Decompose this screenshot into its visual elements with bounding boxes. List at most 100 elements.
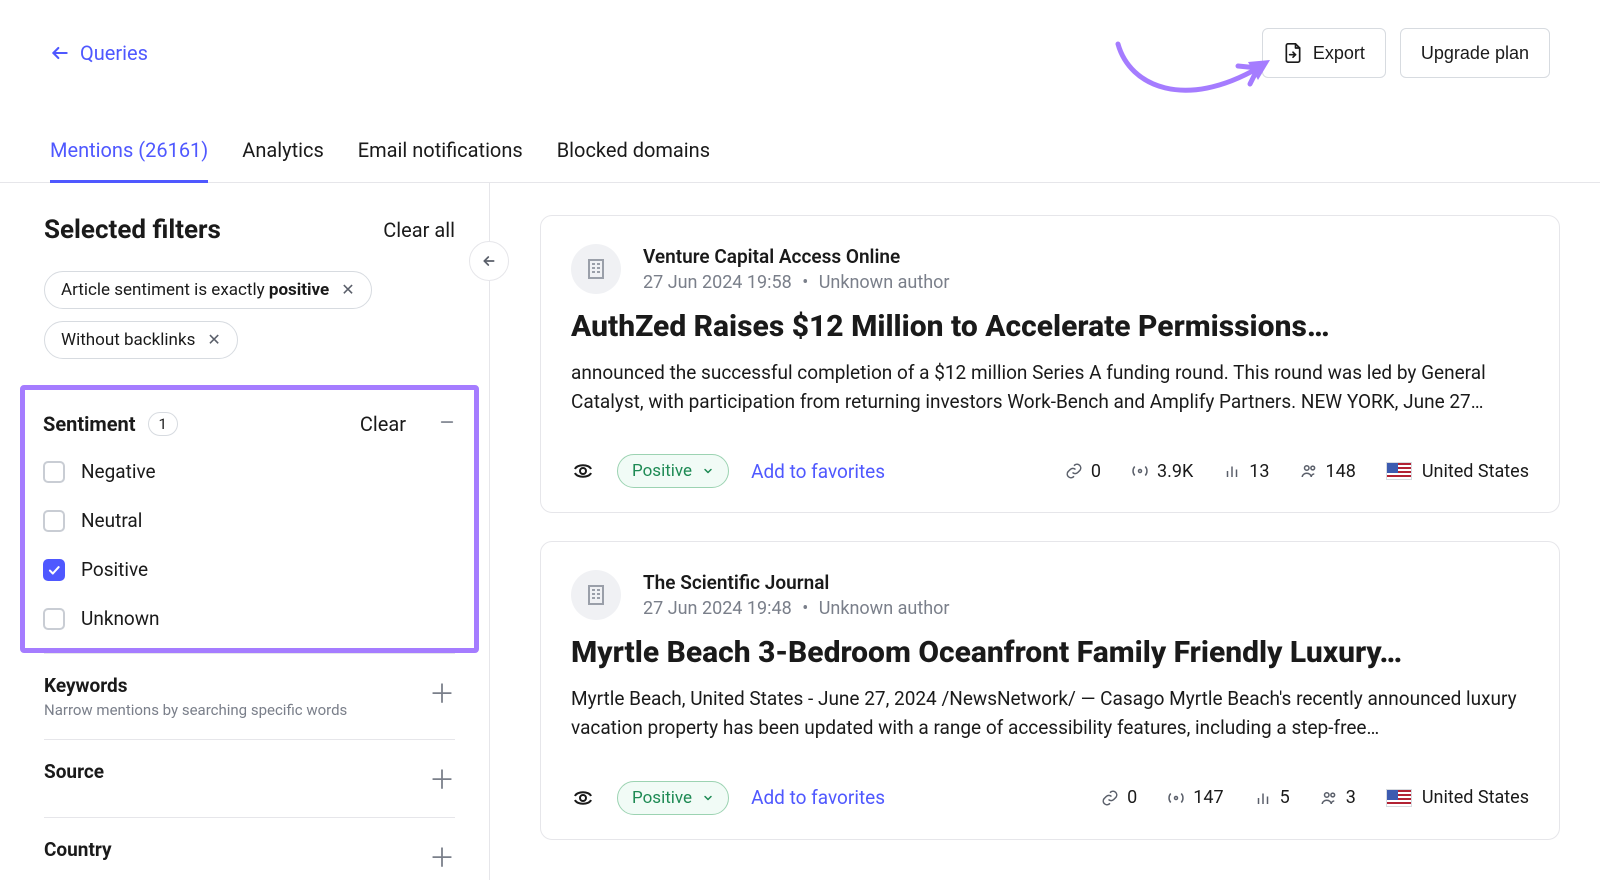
link-icon bbox=[1101, 789, 1119, 807]
plus-icon: ＋ bbox=[429, 760, 455, 797]
stat-value: 147 bbox=[1193, 787, 1223, 808]
publisher-name[interactable]: Venture Capital Access Online bbox=[643, 245, 950, 268]
people-icon bbox=[1320, 789, 1338, 807]
people-icon bbox=[1300, 462, 1318, 480]
chip-text: Article sentiment is exactly bbox=[61, 280, 269, 300]
back-label: Queries bbox=[80, 41, 148, 65]
section-subtitle: Narrow mentions by searching specific wo… bbox=[44, 701, 347, 719]
option-label: Unknown bbox=[81, 607, 160, 630]
article-excerpt: Myrtle Beach, United States - June 27, 2… bbox=[571, 684, 1529, 743]
minus-icon bbox=[438, 413, 456, 431]
arrow-left-icon bbox=[481, 253, 497, 269]
stat-authors: 3 bbox=[1320, 787, 1356, 808]
article-title[interactable]: AuthZed Raises $12 Million to Accelerate… bbox=[571, 308, 1529, 346]
sentiment-option-negative[interactable]: Negative bbox=[43, 460, 456, 483]
upgrade-label: Upgrade plan bbox=[1421, 43, 1529, 64]
stat-country: United States bbox=[1386, 461, 1529, 482]
results-list: Venture Capital Access Online 27 Jun 202… bbox=[490, 183, 1600, 880]
author-name: Unknown author bbox=[819, 598, 950, 619]
sentiment-pill[interactable]: Positive bbox=[617, 454, 729, 488]
web-icon bbox=[571, 459, 595, 483]
sentiment-title: Sentiment bbox=[43, 412, 136, 436]
publish-date: 27 Jun 2024 19:48 bbox=[643, 598, 792, 619]
filter-chip-backlinks: Without backlinks ✕ bbox=[44, 321, 238, 359]
checkbox-icon bbox=[43, 461, 65, 483]
sentiment-label: Positive bbox=[632, 461, 692, 481]
export-label: Export bbox=[1313, 43, 1365, 64]
sentiment-collapse-button[interactable] bbox=[438, 413, 456, 436]
chip-remove-button[interactable]: ✕ bbox=[207, 332, 220, 348]
tabs: Mentions (26161) Analytics Email notific… bbox=[0, 78, 1600, 183]
flag-us-icon bbox=[1386, 462, 1412, 480]
source-filter-section[interactable]: Source ＋ bbox=[44, 739, 455, 817]
stat-traffic: 5 bbox=[1254, 787, 1290, 808]
bar-chart-icon bbox=[1254, 789, 1272, 807]
stat-reach: 147 bbox=[1167, 787, 1223, 808]
tab-analytics[interactable]: Analytics bbox=[242, 138, 324, 182]
tab-email-notifications[interactable]: Email notifications bbox=[358, 138, 523, 182]
filters-title: Selected filters bbox=[44, 215, 221, 245]
stat-value: 5 bbox=[1280, 787, 1290, 808]
chip-remove-button[interactable]: ✕ bbox=[341, 282, 354, 298]
chip-value: positive bbox=[269, 280, 329, 300]
option-label: Negative bbox=[81, 460, 156, 483]
stat-reach: 3.9K bbox=[1131, 461, 1193, 482]
country-filter-section[interactable]: Country ＋ bbox=[44, 817, 455, 880]
arrow-left-icon bbox=[50, 43, 70, 63]
sentiment-option-neutral[interactable]: Neutral bbox=[43, 509, 456, 532]
stat-value: 0 bbox=[1127, 787, 1137, 808]
article-excerpt: announced the successful completion of a… bbox=[571, 358, 1529, 417]
option-label: Positive bbox=[81, 558, 148, 581]
upgrade-plan-button[interactable]: Upgrade plan bbox=[1400, 28, 1550, 78]
checkbox-icon bbox=[43, 608, 65, 630]
filter-chip-sentiment: Article sentiment is exactly positive ✕ bbox=[44, 271, 372, 309]
bar-chart-icon bbox=[1223, 462, 1241, 480]
building-icon bbox=[584, 583, 608, 607]
signal-icon bbox=[1131, 462, 1149, 480]
stat-value: 3 bbox=[1346, 787, 1356, 808]
link-icon bbox=[1065, 462, 1083, 480]
section-title: Source bbox=[44, 760, 104, 783]
sentiment-filter-group: Sentiment 1 Clear Negative Neutral bbox=[20, 385, 479, 653]
country-label: United States bbox=[1422, 461, 1529, 482]
sentiment-pill[interactable]: Positive bbox=[617, 781, 729, 815]
publish-date: 27 Jun 2024 19:58 bbox=[643, 272, 792, 293]
sentiment-option-unknown[interactable]: Unknown bbox=[43, 607, 456, 630]
section-title: Keywords bbox=[44, 674, 347, 697]
sentiment-clear-button[interactable]: Clear bbox=[360, 412, 406, 436]
stat-authors: 148 bbox=[1300, 461, 1356, 482]
plus-icon: ＋ bbox=[429, 674, 455, 711]
tab-mentions[interactable]: Mentions (26161) bbox=[50, 138, 208, 183]
publisher-name[interactable]: The Scientific Journal bbox=[643, 571, 950, 594]
file-export-icon bbox=[1283, 41, 1303, 65]
stat-traffic: 13 bbox=[1223, 461, 1269, 482]
add-to-favorites-button[interactable]: Add to favorites bbox=[751, 460, 885, 483]
article-title[interactable]: Myrtle Beach 3-Bedroom Oceanfront Family… bbox=[571, 634, 1529, 672]
mention-card: The Scientific Journal 27 Jun 2024 19:48… bbox=[540, 541, 1560, 839]
sentiment-label: Positive bbox=[632, 788, 692, 808]
clear-all-button[interactable]: Clear all bbox=[383, 218, 455, 242]
add-to-favorites-button[interactable]: Add to favorites bbox=[751, 786, 885, 809]
sentiment-option-positive[interactable]: Positive bbox=[43, 558, 456, 581]
web-icon bbox=[571, 786, 595, 810]
checkbox-checked-icon bbox=[43, 559, 65, 581]
tab-blocked-domains[interactable]: Blocked domains bbox=[557, 138, 710, 182]
section-title: Country bbox=[44, 838, 112, 861]
stat-links: 0 bbox=[1101, 787, 1137, 808]
filters-sidebar: Selected filters Clear all Article senti… bbox=[0, 183, 490, 880]
back-link[interactable]: Queries bbox=[50, 41, 148, 65]
stat-value: 0 bbox=[1091, 461, 1101, 482]
collapse-sidebar-button[interactable] bbox=[469, 241, 509, 281]
stat-country: United States bbox=[1386, 787, 1529, 808]
sentiment-count: 1 bbox=[148, 412, 178, 436]
keywords-filter-section[interactable]: Keywords Narrow mentions by searching sp… bbox=[44, 653, 455, 739]
checkbox-icon bbox=[43, 510, 65, 532]
publisher-avatar bbox=[571, 244, 621, 294]
chevron-down-icon bbox=[702, 792, 714, 804]
export-button[interactable]: Export bbox=[1262, 28, 1386, 78]
author-name: Unknown author bbox=[819, 272, 950, 293]
chevron-down-icon bbox=[702, 465, 714, 477]
chip-text: Without backlinks bbox=[61, 330, 195, 350]
flag-us-icon bbox=[1386, 789, 1412, 807]
country-label: United States bbox=[1422, 787, 1529, 808]
